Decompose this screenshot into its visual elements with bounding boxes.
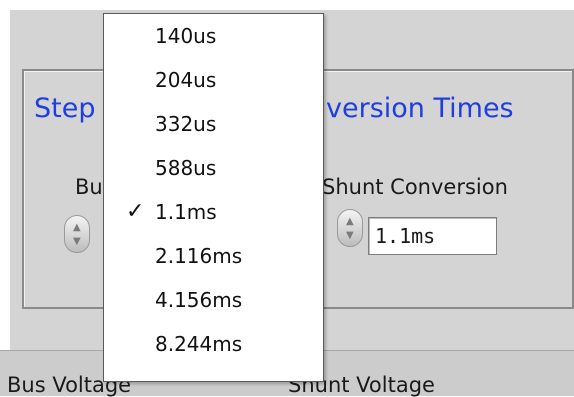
spinner-up-icon[interactable]: ▲ [346, 217, 354, 227]
dropdown-item-8-244ms[interactable]: 8.244ms [104, 322, 323, 366]
dropdown-item-label: 2.116ms [155, 244, 243, 268]
dropdown-item-4-156ms[interactable]: 4.156ms [104, 278, 323, 322]
dropdown-item-204us[interactable]: 204us [104, 58, 323, 102]
spinner-down-icon[interactable]: ▼ [73, 237, 81, 247]
dropdown-item-2-116ms[interactable]: 2.116ms [104, 234, 323, 278]
shunt-conversion-value[interactable]: 1.1ms [368, 217, 497, 255]
bus-conversion-spinner[interactable]: ▲ ▼ [64, 215, 90, 253]
group-title-right: version Times [326, 93, 514, 124]
dropdown-item-label: 204us [155, 68, 217, 92]
check-icon: ✓ [126, 199, 145, 224]
spinner-up-icon[interactable]: ▲ [73, 223, 81, 233]
spinner-down-icon[interactable]: ▼ [346, 231, 354, 241]
dropdown-item-label: 1.1ms [155, 200, 217, 224]
shunt-conversion-spinner[interactable]: ▲ ▼ [337, 209, 363, 247]
dropdown-item-140us[interactable]: 140us [104, 14, 323, 58]
conversion-time-dropdown[interactable]: 140us 204us 332us 588us ✓ 1.1ms 2.116ms … [103, 13, 324, 382]
dropdown-item-332us[interactable]: 332us [104, 102, 323, 146]
dropdown-item-label: 8.244ms [155, 332, 243, 356]
dropdown-item-label: 332us [155, 112, 217, 136]
dropdown-item-588us[interactable]: 588us [104, 146, 323, 190]
group-title-left: Step [34, 93, 96, 124]
shunt-conversion-label: Shunt Conversion [322, 175, 508, 199]
dropdown-item-1-1ms[interactable]: ✓ 1.1ms [104, 190, 323, 234]
bus-conversion-label: Bu [75, 175, 103, 199]
dropdown-item-label: 4.156ms [155, 288, 243, 312]
dropdown-item-label: 588us [155, 156, 217, 180]
dropdown-item-label: 140us [155, 24, 217, 48]
